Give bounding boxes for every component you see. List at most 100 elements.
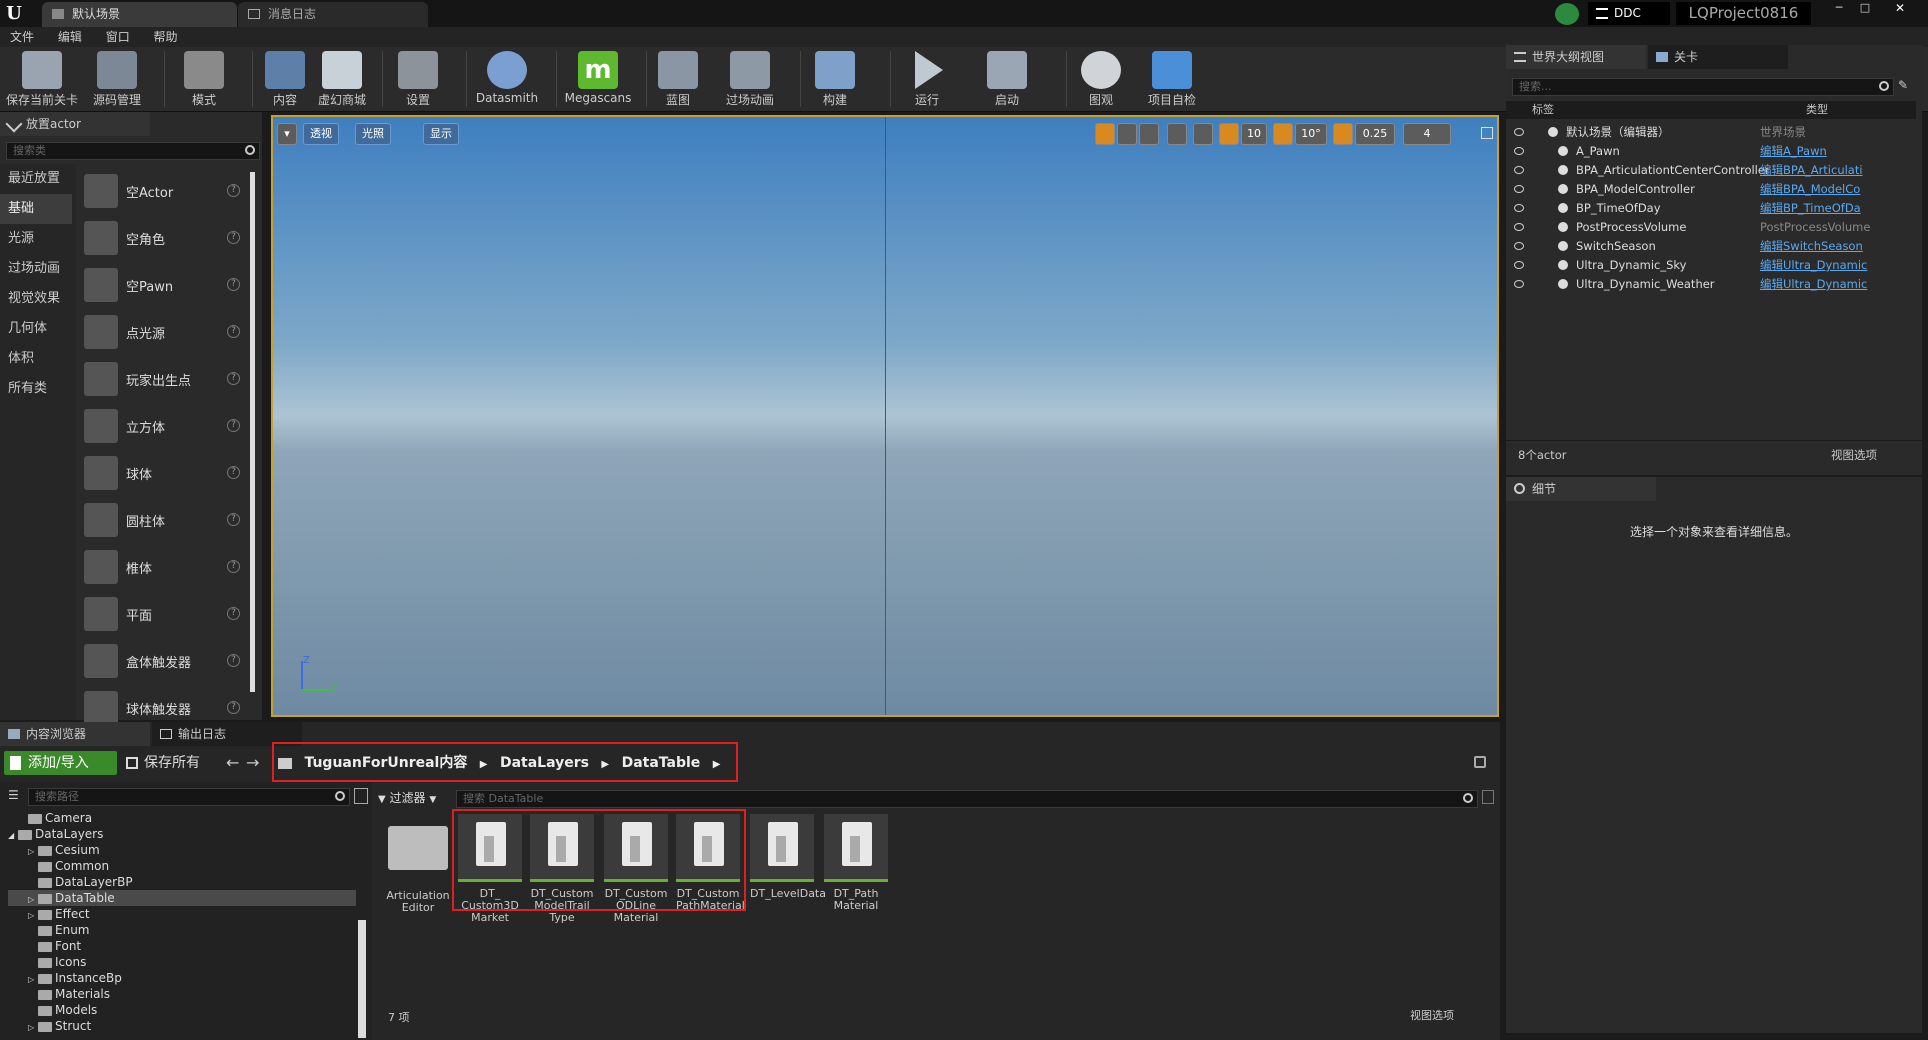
close-button[interactable]: ✕	[1880, 1, 1920, 17]
outliner-row-type[interactable]: 编辑A_Pawn	[1760, 142, 1912, 161]
place-item[interactable]: 玩家出生点?	[82, 356, 247, 403]
tuguan-button[interactable]: 图观	[1076, 51, 1126, 109]
visibility-eye-icon[interactable]	[1514, 280, 1524, 288]
tab-default-scene[interactable]: 默认场景	[42, 2, 237, 27]
place-item[interactable]: 立方体?	[82, 403, 247, 450]
scale-snap-value[interactable]: 0.25	[1355, 123, 1395, 145]
blueprints-button[interactable]: 蓝图	[656, 51, 700, 109]
col-type-header[interactable]: 类型	[1806, 101, 1828, 119]
cinematics-button[interactable]: 过场动画	[718, 51, 782, 109]
project-check-button[interactable]: 项目自检	[1140, 51, 1204, 109]
folder-tree-item[interactable]: Materials	[8, 986, 356, 1002]
datatable-asset[interactable]: DT_LevelData	[750, 814, 826, 939]
lit-mode-button[interactable]: 光照	[355, 123, 391, 145]
place-item[interactable]: 球体?	[82, 450, 247, 497]
place-item[interactable]: 空Actor?	[82, 168, 247, 215]
visibility-eye-icon[interactable]	[1514, 128, 1524, 136]
marketplace-button[interactable]: 虚幻商城	[314, 51, 370, 109]
tab-content-browser[interactable]: 内容浏览器	[0, 722, 150, 746]
place-item[interactable]: 空角色?	[82, 215, 247, 262]
menu-edit[interactable]: 编辑	[58, 27, 82, 47]
back-arrow-icon[interactable]: ←	[226, 753, 244, 773]
outliner-row[interactable]: PostProcessVolume PostProcessVolume	[1506, 218, 1916, 237]
category-cinematic[interactable]: 过场动画	[0, 254, 72, 284]
folder-asset[interactable]: Articulation Editor	[386, 814, 450, 939]
add-import-button[interactable]: 添加/导入	[4, 751, 117, 775]
folder-tree-item[interactable]: Enum	[8, 922, 356, 938]
place-item[interactable]: 圆柱体?	[82, 497, 247, 544]
folder-tree-item[interactable]: ▷ DataTable	[8, 890, 356, 906]
outliner-row-type[interactable]: 编辑Ultra_Dynamic	[1760, 275, 1912, 294]
help-icon[interactable]: ?	[227, 372, 240, 385]
folder-tree-item[interactable]: ▷ Cesium	[8, 842, 356, 858]
folder-tree-item[interactable]: Common	[8, 858, 356, 874]
folder-tree-item[interactable]: Icons	[8, 954, 356, 970]
scale-icon[interactable]	[1139, 123, 1159, 145]
search-assets-input[interactable]: 搜索 DataTable	[456, 790, 1478, 808]
datatable-asset[interactable]: DT_Path Material	[824, 814, 888, 939]
tab-world-outliner[interactable]: 世界大纲视图	[1506, 45, 1646, 69]
outliner-row[interactable]: A_Pawn 编辑A_Pawn	[1506, 142, 1916, 161]
collapse-sources-icon[interactable]: ☰	[8, 788, 24, 804]
tab-place-actors[interactable]: 放置actor	[0, 112, 150, 136]
menu-help[interactable]: 帮助	[154, 27, 178, 47]
folder-tree-item[interactable]: ◢ DataLayers	[8, 826, 356, 842]
help-icon[interactable]: ?	[227, 231, 240, 244]
save-all-button[interactable]: 保存所有	[124, 751, 214, 775]
place-item[interactable]: 平面?	[82, 591, 247, 638]
category-all-classes[interactable]: 所有类	[0, 374, 72, 404]
visibility-eye-icon[interactable]	[1514, 261, 1524, 269]
help-icon[interactable]: ?	[227, 513, 240, 526]
category-visual-effects[interactable]: 视觉效果	[0, 284, 72, 314]
help-icon[interactable]: ?	[227, 701, 240, 714]
asset-options-icon[interactable]	[1482, 790, 1494, 804]
help-icon[interactable]: ?	[227, 325, 240, 338]
category-geometry[interactable]: 几何体	[0, 314, 72, 344]
world-space-icon[interactable]	[1167, 123, 1187, 145]
grid-snap-icon[interactable]	[1219, 123, 1239, 145]
category-volumes[interactable]: 体积	[0, 344, 72, 374]
help-icon[interactable]: ?	[227, 560, 240, 573]
rotation-snap-icon[interactable]	[1273, 123, 1293, 145]
category-basic[interactable]: 基础	[0, 194, 72, 224]
ddc-indicator[interactable]: DDC	[1588, 2, 1670, 25]
place-item[interactable]: 盒体触发器?	[82, 638, 247, 685]
folder-tree-item[interactable]: ▷ InstanceBp	[8, 970, 356, 986]
folder-tree-item[interactable]: Models	[8, 1002, 356, 1018]
scale-snap-icon[interactable]	[1333, 123, 1353, 145]
settings-button[interactable]: 设置	[390, 51, 446, 109]
translate-icon[interactable]	[1095, 123, 1115, 145]
place-item[interactable]: 点光源?	[82, 309, 247, 356]
outliner-row-type[interactable]: 编辑BP_TimeOfDa	[1760, 199, 1912, 218]
breadcrumb-item[interactable]: TuguanForUnreal内容	[304, 755, 467, 771]
tab-message-log[interactable]: 消息日志	[238, 2, 428, 27]
content-view-options[interactable]: 视图选项	[1410, 1007, 1454, 1023]
search-classes-input[interactable]: 搜索类	[6, 142, 260, 160]
menu-window[interactable]: 窗口	[106, 27, 130, 47]
datatable-asset[interactable]: DT_ Custom3D Market	[458, 814, 522, 939]
outliner-row[interactable]: BPA_ArticulationtCenterController 编辑BPA_A…	[1506, 161, 1916, 180]
camera-speed-value[interactable]: 4	[1403, 123, 1451, 145]
outliner-view-options[interactable]: 视图选项	[1831, 441, 1877, 469]
help-icon[interactable]: ?	[227, 607, 240, 620]
maximize-button[interactable]: □	[1852, 1, 1878, 17]
folder-tree-item[interactable]: DataLayerBP	[8, 874, 356, 890]
path-options-icon[interactable]	[354, 788, 368, 804]
outliner-row[interactable]: Ultra_Dynamic_Weather 编辑Ultra_Dynamic	[1506, 275, 1916, 294]
place-list-scrollbar[interactable]	[250, 172, 255, 692]
folder-tree-item[interactable]: ▷ Effect	[8, 906, 356, 922]
place-item[interactable]: 空Pawn?	[82, 262, 247, 309]
outliner-search-input[interactable]: 搜索...	[1512, 78, 1894, 96]
tab-levels[interactable]: 关卡	[1648, 45, 1788, 69]
build-button[interactable]: 构建	[810, 51, 860, 109]
help-icon[interactable]: ?	[227, 654, 240, 667]
megascans-button[interactable]: m Megascans	[562, 51, 634, 109]
visibility-eye-icon[interactable]	[1514, 223, 1524, 231]
help-icon[interactable]: ?	[227, 419, 240, 432]
outliner-row-type[interactable]: 编辑BPA_ModelCo	[1760, 180, 1912, 199]
viewport-options-icon[interactable]: ▾	[277, 123, 297, 145]
source-status-icon[interactable]	[1555, 3, 1579, 25]
search-paths-input[interactable]: 搜索路径	[28, 788, 350, 806]
outliner-row[interactable]: BPA_ModelController 编辑BPA_ModelCo	[1506, 180, 1916, 199]
outliner-row[interactable]: Ultra_Dynamic_Sky 编辑Ultra_Dynamic	[1506, 256, 1916, 275]
